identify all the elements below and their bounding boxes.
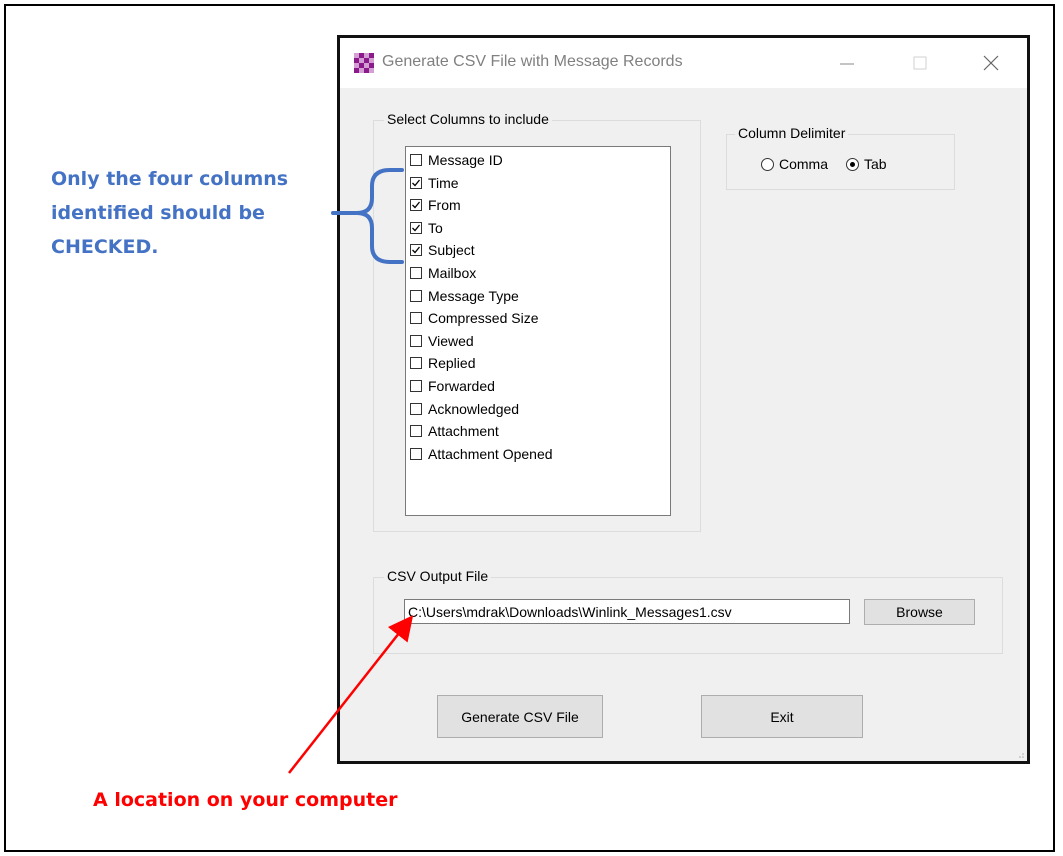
resize-grip-icon[interactable] xyxy=(1015,749,1025,759)
unchecked-checkbox-icon[interactable] xyxy=(410,154,422,166)
checked-checkbox-icon[interactable] xyxy=(410,176,422,189)
delimiter-group-label: Column Delimiter xyxy=(735,125,849,141)
column-item-label: Forwarded xyxy=(428,378,495,394)
column-item-label: To xyxy=(428,219,443,236)
blue-annotation-line-2: identified should be xyxy=(51,202,265,224)
column-item[interactable]: Viewed xyxy=(410,331,474,351)
unchecked-checkbox-icon[interactable] xyxy=(410,334,422,347)
unchecked-checkbox-icon[interactable] xyxy=(410,357,422,370)
output-group-label: CSV Output File xyxy=(384,568,492,584)
column-item-label: Attachment xyxy=(428,423,499,440)
column-item[interactable]: Attachment Opened xyxy=(410,444,553,464)
comma-radio-label[interactable]: Comma xyxy=(779,156,828,172)
tab-radio[interactable] xyxy=(846,157,860,171)
column-item[interactable]: From xyxy=(410,195,461,215)
output-file-groupbox: CSV Output File Browse xyxy=(373,568,1003,654)
column-item[interactable]: Forwarded xyxy=(410,376,495,396)
delimiter-radio-row: Comma Tab xyxy=(761,156,905,172)
columns-checklist[interactable]: Message ID Time From To Subject Mailbox Messag… xyxy=(405,146,671,516)
delimiter-groupbox: Column Delimiter Comma Tab xyxy=(726,125,955,190)
column-item[interactable]: Subject xyxy=(410,240,475,260)
checked-checkbox-icon[interactable] xyxy=(410,199,422,212)
column-item-label: Mailbox xyxy=(428,265,477,281)
column-item-label: From xyxy=(428,197,461,214)
browse-button[interactable]: Browse xyxy=(864,599,975,625)
close-icon[interactable] xyxy=(974,48,1008,78)
blue-annotation-line-1: Only the four columns xyxy=(51,168,289,190)
column-item-label: Time xyxy=(428,174,459,191)
column-item[interactable]: Message ID xyxy=(410,150,503,170)
window-title: Generate CSV File with Message Records xyxy=(382,53,683,70)
blue-annotation-line-3: CHECKED. xyxy=(51,236,159,258)
column-item-label: Viewed xyxy=(428,332,474,349)
unchecked-checkbox-icon[interactable] xyxy=(410,402,422,415)
column-item-label: Compressed Size xyxy=(428,310,539,327)
title-bar[interactable]: Generate CSV File with Message Records xyxy=(340,38,1027,88)
generate-csv-button[interactable]: Generate CSV File xyxy=(437,695,603,738)
blue-annotation: Only the four columns identified should … xyxy=(51,162,351,264)
column-item-label: Attachment Opened xyxy=(428,445,553,462)
column-item[interactable]: Compressed Size xyxy=(410,308,539,328)
columns-group-label: Select Columns to include xyxy=(384,111,552,127)
maximize-icon[interactable] xyxy=(903,48,937,78)
column-item[interactable]: Mailbox xyxy=(410,263,476,283)
minimize-icon[interactable] xyxy=(830,48,864,78)
column-item-label: Replied xyxy=(428,355,476,372)
unchecked-checkbox-icon[interactable] xyxy=(410,380,422,392)
exit-button[interactable]: Exit xyxy=(701,695,863,738)
checked-checkbox-icon[interactable] xyxy=(410,221,422,234)
unchecked-checkbox-icon[interactable] xyxy=(410,267,422,279)
column-item-label: Message ID xyxy=(428,152,503,168)
unchecked-checkbox-icon[interactable] xyxy=(410,289,422,302)
column-item[interactable]: To xyxy=(410,218,443,238)
unchecked-checkbox-icon[interactable] xyxy=(410,425,422,438)
unchecked-checkbox-icon[interactable] xyxy=(410,312,422,325)
checkerboard-app-icon xyxy=(354,53,374,73)
column-item[interactable]: Time xyxy=(410,173,459,193)
column-item-label: Acknowledged xyxy=(428,400,520,417)
tab-radio-label[interactable]: Tab xyxy=(864,156,887,172)
column-item[interactable]: Message Type xyxy=(410,286,519,306)
column-item-label: Subject xyxy=(428,242,475,259)
unchecked-checkbox-icon[interactable] xyxy=(410,447,422,460)
column-item-label: Message Type xyxy=(428,287,519,304)
column-item[interactable]: Attachment xyxy=(410,421,499,441)
csv-dialog-window: Generate CSV File with Message Records S… xyxy=(337,35,1030,764)
columns-groupbox: Select Columns to include Message ID Time… xyxy=(373,111,701,532)
checked-checkbox-icon[interactable] xyxy=(410,244,422,257)
column-item[interactable]: Acknowledged xyxy=(410,399,519,419)
red-annotation: A location on your computer xyxy=(93,789,398,811)
column-item[interactable]: Replied xyxy=(410,353,475,373)
comma-radio[interactable] xyxy=(761,157,774,171)
output-path-input[interactable] xyxy=(404,599,850,624)
